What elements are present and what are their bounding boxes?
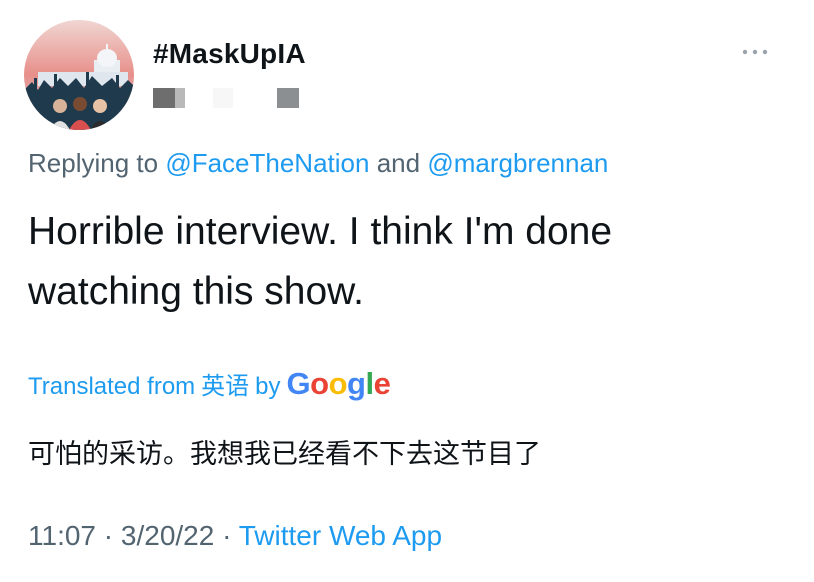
redaction-block — [213, 88, 233, 108]
redaction-block — [153, 88, 175, 108]
replying-to-line: Replying to @FaceTheNation and @margbren… — [28, 148, 608, 179]
tweet-metadata: 11:07 · 3/20/22 · Twitter Web App — [28, 520, 442, 552]
avatar[interactable] — [24, 20, 134, 130]
replying-to-label: Replying to — [28, 148, 159, 178]
tweet-time[interactable]: 11:07 — [28, 520, 96, 551]
google-logo: Google — [286, 366, 391, 401]
protest-crowd-avatar-icon — [24, 20, 134, 130]
redaction-block — [175, 88, 185, 108]
redaction-block — [277, 88, 299, 108]
translated-language: 英语 — [201, 372, 250, 400]
source-app-link[interactable]: Twitter Web App — [239, 520, 442, 551]
meta-separator: · — [103, 520, 114, 551]
redacted-handle — [153, 86, 303, 108]
more-horizontal-icon[interactable] — [740, 42, 770, 62]
tweet-text-line: watching this show. — [28, 270, 365, 313]
tweet-date[interactable]: 3/20/22 — [121, 520, 214, 551]
translation-attribution[interactable]: Translated from 英语 by Google — [28, 366, 391, 402]
tweet-card: #MaskUpIA Replying to @FaceTheNation and… — [0, 0, 814, 582]
translated-tweet-text: 可怕的采访。我想我已经看不下去这节目了 — [28, 439, 541, 470]
meta-separator: · — [222, 520, 232, 551]
translated-from-label: Translated from — [28, 373, 196, 400]
display-name[interactable]: #MaskUpIA — [153, 38, 306, 70]
mention-margbrennan[interactable]: @margbrennan — [427, 148, 608, 178]
mention-facethenation[interactable]: @FaceTheNation — [165, 148, 369, 178]
reply-conjunction: and — [376, 148, 421, 178]
tweet-text-line: Horrible interview. I think I'm done — [28, 210, 613, 253]
tweet-text: Horrible interview. I think I'm done wat… — [28, 202, 748, 322]
translated-by-label: by — [255, 373, 281, 400]
